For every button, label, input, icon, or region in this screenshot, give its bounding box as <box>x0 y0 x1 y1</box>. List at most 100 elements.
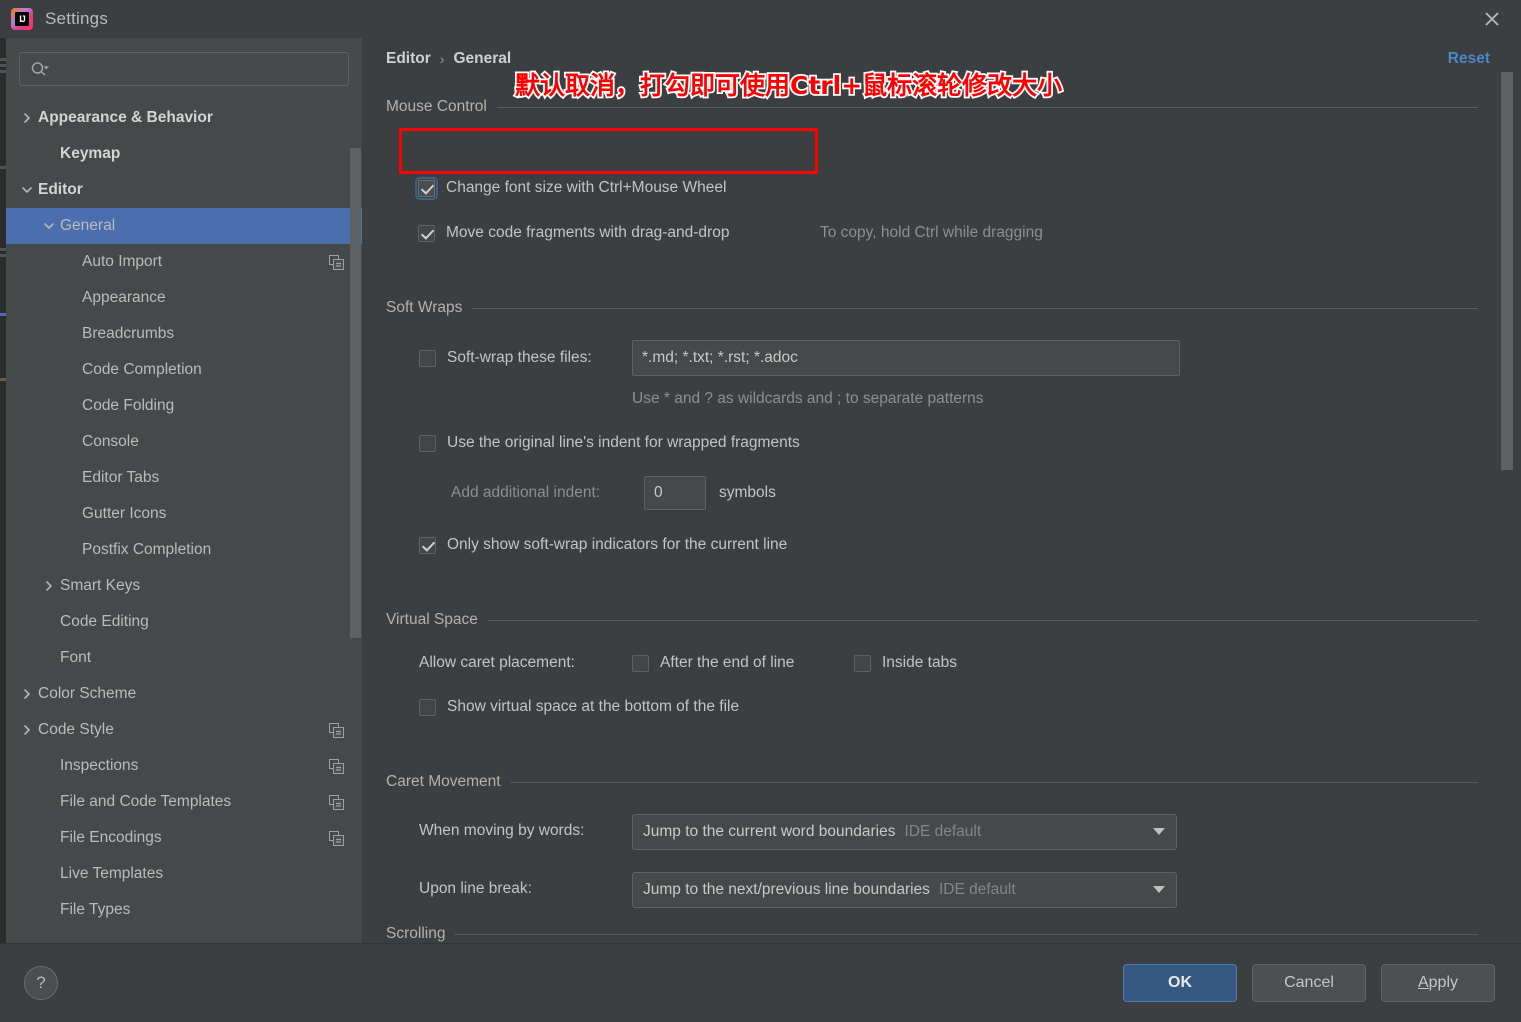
drag-hint: To copy, hold Ctrl while dragging <box>820 224 1043 242</box>
ok-button[interactable]: OK <box>1123 964 1237 1002</box>
search-input[interactable] <box>50 61 348 77</box>
inside-tabs-checkbox[interactable] <box>854 655 871 672</box>
move-fragments-checkbox[interactable] <box>418 225 435 242</box>
breadcrumb-parent[interactable]: Editor <box>386 50 431 68</box>
soft-wrap-files-checkbox[interactable] <box>419 350 436 367</box>
sidebar-item-code-folding[interactable]: Code Folding <box>6 388 362 424</box>
dialog-footer: ? OK Cancel Apply <box>0 943 1521 1022</box>
only-show-indicators-checkbox[interactable] <box>419 537 436 554</box>
group-header-virtual-space: Virtual Space <box>386 611 1478 629</box>
change-font-size-checkbox[interactable] <box>418 180 435 197</box>
upon-line-break-dropdown[interactable]: Jump to the next/previous line boundarie… <box>632 872 1177 908</box>
soft-wrap-files-input[interactable] <box>632 340 1180 376</box>
symbols-label-wrap: symbols <box>719 484 776 502</box>
show-virtual-space-row[interactable]: Show virtual space at the bottom of the … <box>419 698 739 716</box>
search-icon <box>30 61 50 77</box>
when-moving-label-wrap: When moving by words: <box>419 822 584 840</box>
soft-wrap-files-row[interactable]: Soft-wrap these files: <box>419 349 592 367</box>
after-end-of-line-checkbox[interactable] <box>632 655 649 672</box>
sidebar-item-label: File and Code Templates <box>60 793 231 811</box>
help-button[interactable]: ? <box>24 966 58 1000</box>
group-title: Scrolling <box>386 925 445 943</box>
close-icon[interactable] <box>1463 0 1521 38</box>
sidebar-item-gutter-icons[interactable]: Gutter Icons <box>6 496 362 532</box>
additional-indent-label-wrap: Add additional indent: <box>451 484 600 502</box>
sidebar-item-editor[interactable]: Editor <box>6 172 362 208</box>
copy-settings-icon[interactable] <box>329 795 344 810</box>
sidebar-item-smart-keys[interactable]: Smart Keys <box>6 568 362 604</box>
original-indent-label: Use the original line's indent for wrapp… <box>447 434 800 452</box>
move-fragments-row[interactable]: Move code fragments with drag-and-drop <box>418 224 729 242</box>
dropdown-value: Jump to the current word boundaries <box>643 823 895 841</box>
sidebar-item-keymap[interactable]: Keymap <box>6 136 362 172</box>
sidebar-item-appearance-behavior[interactable]: Appearance & Behavior <box>6 100 362 136</box>
sidebar-item-label: Code Completion <box>82 361 202 379</box>
sidebar-item-label: Appearance <box>82 289 166 307</box>
chevron-right-icon[interactable] <box>16 112 38 124</box>
show-virtual-space-checkbox[interactable] <box>419 699 436 716</box>
sidebar-item-label: Auto Import <box>82 253 162 271</box>
sidebar-item-code-style[interactable]: Code Style <box>6 712 362 748</box>
sidebar-item-general[interactable]: General <box>6 208 362 244</box>
sidebar-item-editor-tabs[interactable]: Editor Tabs <box>6 460 362 496</box>
when-moving-by-words-label: When moving by words: <box>419 822 584 840</box>
sidebar-item-font[interactable]: Font <box>6 640 362 676</box>
chevron-right-icon[interactable] <box>16 724 38 736</box>
change-font-size-row[interactable]: Change font size with Ctrl+Mouse Wheel <box>418 179 726 197</box>
copy-settings-icon[interactable] <box>329 759 344 774</box>
sidebar-item-label: Code Folding <box>82 397 174 415</box>
copy-settings-icon[interactable] <box>329 723 344 738</box>
sidebar-item-live-templates[interactable]: Live Templates <box>6 856 362 892</box>
upon-line-break-label: Upon line break: <box>419 880 532 898</box>
sidebar-item-appearance[interactable]: Appearance <box>6 280 362 316</box>
sidebar-item-label: Console <box>82 433 139 451</box>
sidebar-item-color-scheme[interactable]: Color Scheme <box>6 676 362 712</box>
sidebar-item-postfix-completion[interactable]: Postfix Completion <box>6 532 362 568</box>
sidebar-item-inspections[interactable]: Inspections <box>6 748 362 784</box>
sidebar-item-auto-import[interactable]: Auto Import <box>6 244 362 280</box>
group-rule <box>455 934 1478 935</box>
sidebar-scrollbar-thumb[interactable] <box>350 148 361 638</box>
chevron-down-icon[interactable] <box>16 184 38 196</box>
sidebar-item-file-and-code-templates[interactable]: File and Code Templates <box>6 784 362 820</box>
inside-tabs-row[interactable]: Inside tabs <box>854 654 957 672</box>
chevron-right-icon[interactable] <box>38 580 60 592</box>
sidebar-item-console[interactable]: Console <box>6 424 362 460</box>
original-indent-row[interactable]: Use the original line's indent for wrapp… <box>419 434 800 452</box>
additional-indent-input[interactable] <box>644 476 706 510</box>
sidebar-item-file-encodings[interactable]: File Encodings <box>6 820 362 856</box>
original-indent-checkbox[interactable] <box>419 435 436 452</box>
after-end-of-line-row[interactable]: After the end of line <box>632 654 794 672</box>
sidebar-item-code-editing[interactable]: Code Editing <box>6 604 362 640</box>
chevron-right-icon[interactable] <box>16 688 38 700</box>
only-show-indicators-row[interactable]: Only show soft-wrap indicators for the c… <box>419 536 787 554</box>
sidebar-item-label: File Types <box>60 901 130 919</box>
sidebar-item-label: Gutter Icons <box>82 505 166 523</box>
copy-settings-icon[interactable] <box>329 255 344 270</box>
annotation-highlight-box <box>399 128 818 174</box>
chevron-down-icon[interactable] <box>38 220 60 232</box>
settings-tree: Appearance & BehaviorKeymapEditor General… <box>6 100 362 943</box>
sidebar-item-label: Editor Tabs <box>82 469 159 487</box>
sidebar-item-breadcrumbs[interactable]: Breadcrumbs <box>6 316 362 352</box>
apply-button[interactable]: Apply <box>1381 964 1495 1002</box>
sidebar-item-file-types[interactable]: File Types <box>6 892 362 928</box>
sidebar-item-label: Smart Keys <box>60 577 140 595</box>
sidebar-item-label: General <box>60 217 115 235</box>
group-rule <box>472 308 1478 309</box>
when-moving-by-words-dropdown[interactable]: Jump to the current word boundaries IDE … <box>632 814 1177 850</box>
symbols-label: symbols <box>719 484 776 502</box>
copy-settings-icon[interactable] <box>329 831 344 846</box>
dropdown-suffix: IDE default <box>939 881 1016 899</box>
search-area <box>6 38 362 86</box>
sidebar-item-code-completion[interactable]: Code Completion <box>6 352 362 388</box>
allow-caret-label-wrap: Allow caret placement: <box>419 654 575 672</box>
soft-wrap-files-label: Soft-wrap these files: <box>447 349 592 367</box>
reset-link[interactable]: Reset <box>1448 50 1490 68</box>
group-rule <box>488 620 1478 621</box>
group-title: Virtual Space <box>386 611 478 629</box>
dropdown-value: Jump to the next/previous line boundarie… <box>643 881 930 899</box>
search-box[interactable] <box>19 52 349 86</box>
cancel-button[interactable]: Cancel <box>1252 964 1366 1002</box>
content-scrollbar-thumb[interactable] <box>1501 72 1513 470</box>
